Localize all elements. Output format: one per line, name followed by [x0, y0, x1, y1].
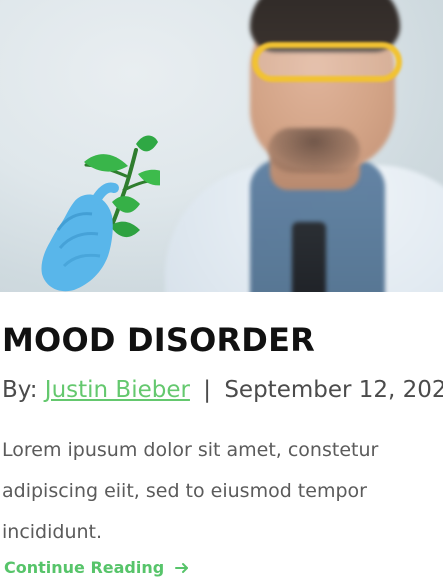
hero-image — [0, 0, 443, 292]
article-excerpt: Lorem ipusum dolor sit amet, constetur a… — [2, 439, 379, 543]
article-content: MOOD DISORDER By: Justin Bieber | Septem… — [0, 292, 443, 578]
scientist-tie — [292, 222, 326, 292]
gloved-hand-with-leaves — [41, 135, 160, 292]
article-meta: By: Justin Bieber | September 12, 2020 — [2, 376, 443, 404]
author-link[interactable]: Justin Bieber — [45, 377, 190, 403]
safety-goggles — [252, 42, 402, 82]
publish-date: September 12, 2020 — [224, 377, 443, 403]
scientist-beard — [268, 128, 360, 173]
meta-prefix: By: — [2, 377, 38, 403]
continue-reading-link[interactable]: Continue Reading — [4, 558, 190, 578]
meta-separator: | — [203, 377, 212, 403]
arrow-right-icon — [174, 560, 190, 576]
article-card: MOOD DISORDER By: Justin Bieber | Septem… — [0, 0, 443, 578]
continue-reading-label: Continue Reading — [4, 558, 165, 577]
article-title: MOOD DISORDER — [2, 321, 315, 359]
